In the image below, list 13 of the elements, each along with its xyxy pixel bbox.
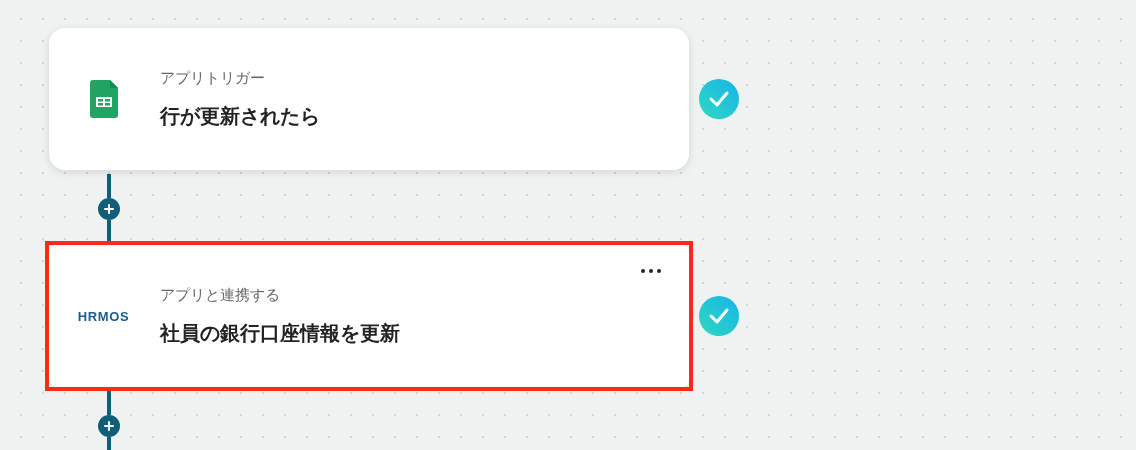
- logo: HRMOS: [77, 309, 130, 323]
- step-title: 社員の銀行口座情報を更新: [160, 320, 400, 348]
- add-step-button[interactable]: [98, 198, 120, 220]
- step-label: アプリと連携する: [160, 284, 281, 306]
- plus-icon: [104, 204, 114, 214]
- step-card[interactable]: HRMOS アプリと連携する 社員の銀行口座情報を更新: [49, 245, 689, 387]
- add-step-button[interactable]: [98, 415, 120, 437]
- plus-icon: [104, 421, 114, 431]
- step-title: 行が更新されたら: [160, 103, 320, 131]
- more-icon: [641, 269, 661, 273]
- spreadsheet-icon: [89, 80, 118, 118]
- step-card[interactable]: アプリトリガー 行が更新されたら: [49, 28, 689, 170]
- step-label: アプリトリガー: [160, 67, 266, 89]
